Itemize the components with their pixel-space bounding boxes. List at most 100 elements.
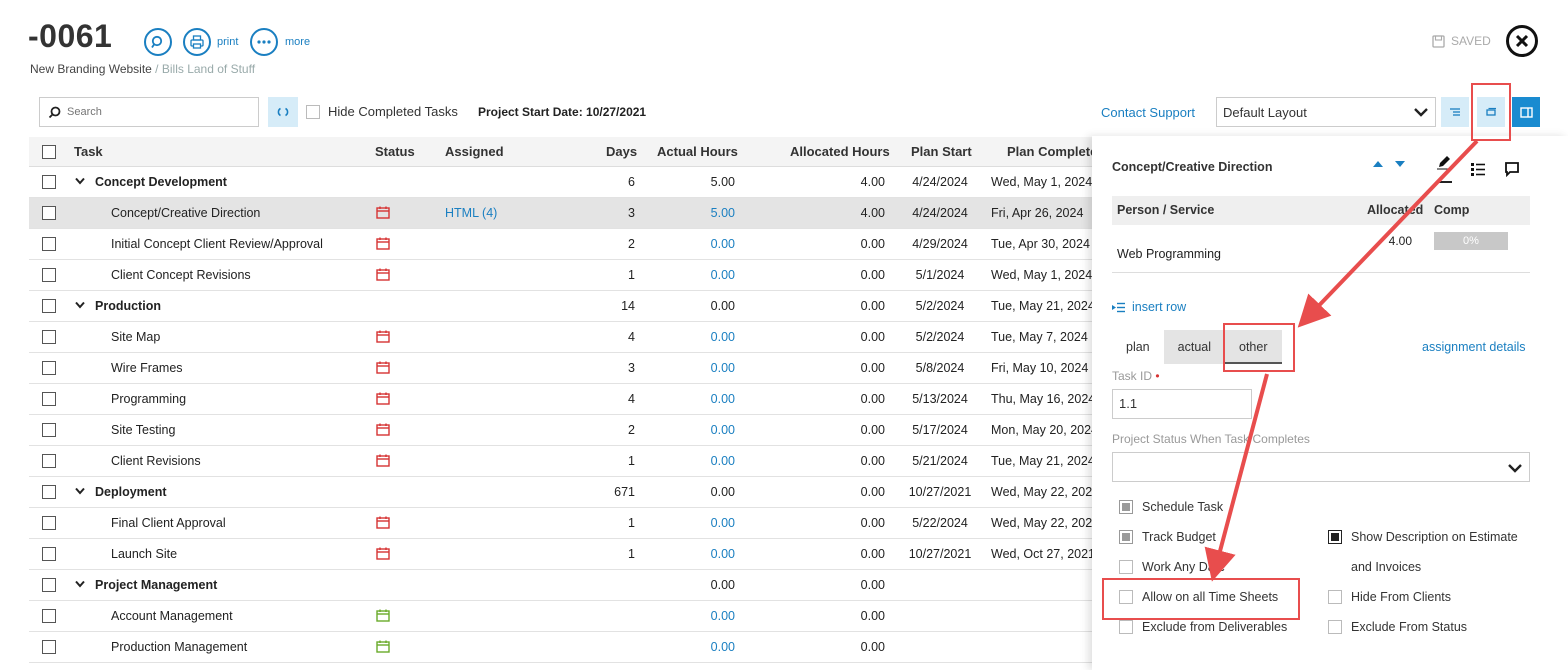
chevron-down-icon[interactable] — [75, 177, 85, 185]
column-plan-start[interactable]: Plan Start — [911, 144, 972, 159]
work-any-date-checkbox[interactable] — [1119, 560, 1133, 574]
task-name[interactable]: Client Revisions — [111, 454, 371, 468]
row-checkbox[interactable] — [42, 423, 56, 437]
contact-support-link[interactable]: Contact Support — [1101, 105, 1195, 120]
row-checkbox[interactable] — [42, 299, 56, 313]
schedule-task-option[interactable]: Schedule Task — [1119, 500, 1223, 514]
row-checkbox[interactable] — [42, 485, 56, 499]
row-checkbox[interactable] — [42, 609, 56, 623]
row-checkbox[interactable] — [42, 206, 56, 220]
task-actual-hours[interactable]: 0.00 — [655, 392, 735, 406]
task-row[interactable]: Production Management 0.00 0.00 — [29, 632, 1099, 663]
row-checkbox[interactable] — [42, 454, 56, 468]
hide-completed-toggle[interactable]: Hide Completed Tasks — [306, 104, 458, 119]
search-circle-button[interactable] — [144, 28, 172, 56]
task-actual-hours[interactable]: 0.00 — [655, 454, 735, 468]
close-button[interactable] — [1506, 25, 1538, 57]
row-checkbox[interactable] — [42, 361, 56, 375]
task-row[interactable]: Final Client Approval 1 0.00 0.00 5/22/2024 W… — [29, 508, 1099, 539]
chevron-down-icon[interactable] — [75, 487, 85, 495]
task-actual-hours[interactable]: 0.00 — [655, 547, 735, 561]
refresh-button[interactable] — [268, 97, 298, 127]
layout-select[interactable]: Default Layout — [1216, 97, 1436, 127]
task-actual-hours[interactable]: 0.00 — [655, 516, 735, 530]
task-group-name[interactable]: Concept Development — [95, 175, 355, 189]
task-actual-hours[interactable]: 0.00 — [655, 361, 735, 375]
task-status[interactable] — [376, 516, 390, 532]
task-group-row[interactable]: Project Management 0.00 0.00 — [29, 570, 1099, 601]
print-button[interactable] — [183, 28, 211, 56]
task-status[interactable] — [376, 206, 390, 222]
column-task[interactable]: Task — [74, 144, 103, 159]
task-row[interactable]: Client Concept Revisions 1 0.00 0.00 5/1/202… — [29, 260, 1099, 291]
task-actual-hours[interactable]: 0.00 — [655, 268, 735, 282]
outline-view-button[interactable] — [1441, 97, 1469, 127]
task-row[interactable]: Account Management 0.00 0.00 — [29, 601, 1099, 632]
task-row[interactable]: Wire Frames 3 0.00 0.00 5/8/2024 Fri, May 10,… — [29, 353, 1099, 384]
task-row[interactable]: Site Map 4 0.00 0.00 5/2/2024 Tue, May 7, 202… — [29, 322, 1099, 353]
show-description-checkbox[interactable] — [1328, 530, 1342, 544]
chevron-down-icon[interactable] — [75, 301, 85, 309]
task-name[interactable]: Account Management — [111, 609, 371, 623]
column-actual-hours[interactable]: Actual Hours — [657, 144, 738, 159]
task-status[interactable] — [376, 423, 390, 439]
row-checkbox[interactable] — [42, 578, 56, 592]
column-plan-complete[interactable]: Plan Complete — [1007, 144, 1097, 159]
track-budget-option[interactable]: Track Budget — [1119, 530, 1216, 544]
task-name[interactable]: Final Client Approval — [111, 516, 371, 530]
task-status[interactable] — [376, 268, 390, 284]
task-actual-hours[interactable]: 0.00 — [655, 423, 735, 437]
task-status[interactable] — [376, 454, 390, 470]
task-name[interactable]: Initial Concept Client Review/Approval — [111, 237, 371, 251]
task-status[interactable] — [376, 392, 390, 408]
task-name[interactable]: Site Testing — [111, 423, 371, 437]
show-description-option[interactable]: Show Description on Estimate — [1328, 530, 1518, 544]
exclude-from-status-checkbox[interactable] — [1328, 620, 1342, 634]
search-box[interactable] — [39, 97, 259, 127]
print-link[interactable]: print — [217, 36, 238, 48]
task-row[interactable]: Programming 4 0.00 0.00 5/13/2024 Thu, May 16… — [29, 384, 1099, 415]
schedule-task-checkbox[interactable] — [1119, 500, 1133, 514]
hide-from-clients-checkbox[interactable] — [1328, 590, 1342, 604]
row-checkbox[interactable] — [42, 392, 56, 406]
hide-from-clients-option[interactable]: Hide From Clients — [1328, 590, 1451, 604]
task-status[interactable] — [376, 237, 390, 253]
task-row[interactable]: Concept/Creative Direction HTML (4) 3 5.00 4… — [29, 198, 1099, 229]
task-row[interactable]: Initial Concept Client Review/Approval 2 0… — [29, 229, 1099, 260]
column-allocated-hours[interactable]: Allocated Hours — [790, 144, 890, 159]
task-actual-hours[interactable]: 5.00 — [655, 206, 735, 220]
row-checkbox[interactable] — [42, 547, 56, 561]
exclude-from-status-option[interactable]: Exclude From Status — [1328, 620, 1467, 634]
search-input[interactable] — [67, 106, 247, 118]
row-checkbox[interactable] — [42, 516, 56, 530]
task-row[interactable]: Client Revisions 1 0.00 0.00 5/21/2024 Tue, M… — [29, 446, 1099, 477]
row-checkbox[interactable] — [42, 330, 56, 344]
work-any-date-option[interactable]: Work Any Date — [1119, 560, 1225, 574]
task-status[interactable] — [376, 609, 390, 625]
row-checkbox[interactable] — [42, 175, 56, 189]
comment-icon[interactable] — [1504, 161, 1520, 177]
exclude-deliverables-checkbox[interactable] — [1119, 620, 1133, 634]
column-status[interactable]: Status — [375, 144, 415, 159]
tab-plan[interactable]: plan — [1112, 330, 1164, 364]
task-group-row[interactable]: Production 14 0.00 0.00 5/2/2024 Tue, May 21,… — [29, 291, 1099, 322]
column-days[interactable]: Days — [606, 144, 637, 159]
task-status[interactable] — [376, 330, 390, 346]
task-actual-hours[interactable]: 0.00 — [655, 237, 735, 251]
task-group-name[interactable]: Project Management — [95, 578, 355, 592]
task-name[interactable]: Wire Frames — [111, 361, 371, 375]
task-name[interactable]: Launch Site — [111, 547, 371, 561]
row-checkbox[interactable] — [42, 268, 56, 282]
task-name[interactable]: Production Management — [111, 640, 371, 654]
column-assigned[interactable]: Assigned — [445, 144, 504, 159]
assignment-details-link[interactable]: assignment details — [1422, 340, 1526, 354]
task-name[interactable]: Concept/Creative Direction — [111, 206, 371, 220]
row-checkbox[interactable] — [42, 640, 56, 654]
arrow-down-icon[interactable] — [1394, 160, 1406, 168]
hide-completed-checkbox[interactable] — [306, 104, 320, 119]
select-all-checkbox[interactable] — [42, 145, 56, 159]
checklist-icon[interactable] — [1470, 161, 1486, 177]
more-link[interactable]: more — [285, 36, 310, 48]
task-status[interactable] — [376, 361, 390, 377]
task-group-name[interactable]: Production — [95, 299, 355, 313]
